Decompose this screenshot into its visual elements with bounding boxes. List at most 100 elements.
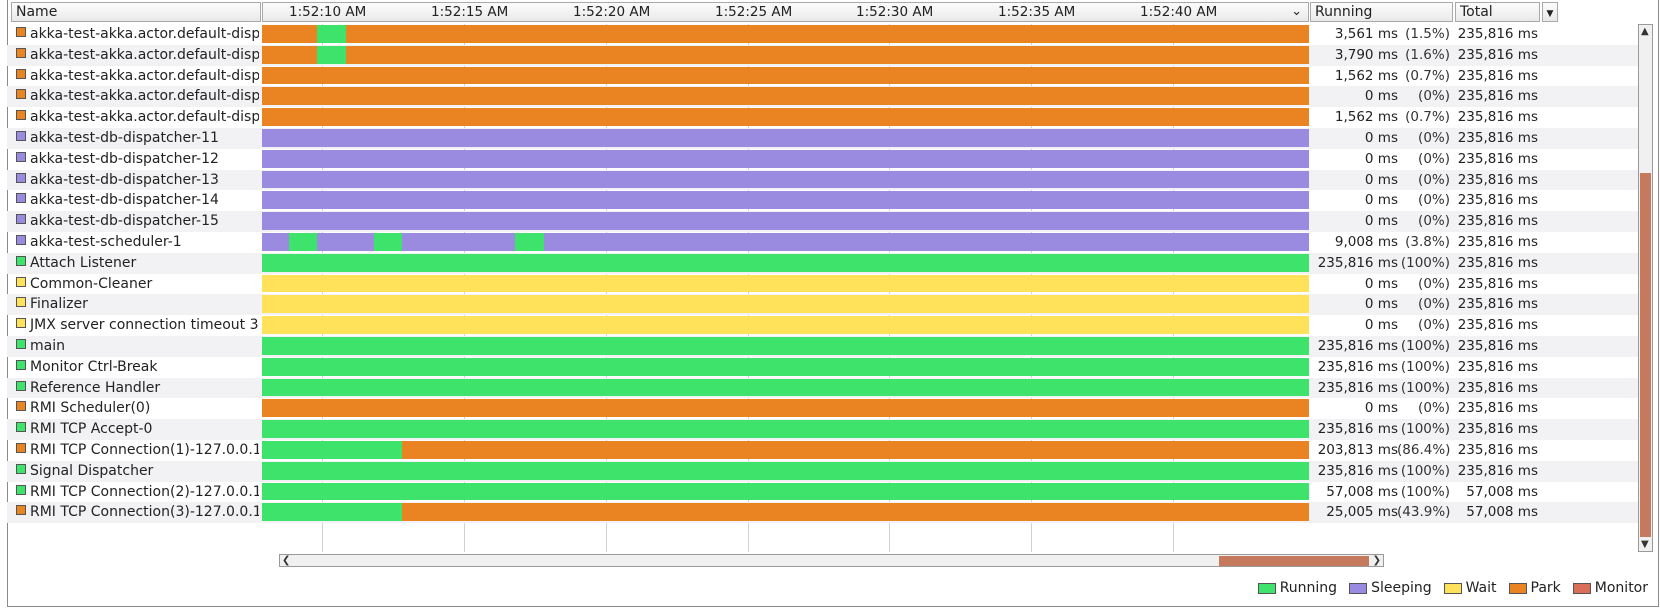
thread-timeline-bar[interactable]	[262, 66, 1309, 85]
thread-row[interactable]: Monitor Ctrl-Break 235,816 ms (100%) 235,81…	[7, 357, 1639, 378]
timeline-segment-park	[402, 441, 1309, 459]
thread-state-icon	[16, 484, 26, 495]
thread-timeline-bar[interactable]	[262, 337, 1309, 355]
thread-timeline-bar[interactable]	[262, 25, 1309, 43]
timeline-segment-sleeping	[262, 191, 1309, 210]
thread-row[interactable]: akka-test-scheduler-1 9,008 ms (3.8%) 235,8…	[7, 232, 1639, 253]
thread-name-label: akka-test-db-dispatcher-12	[30, 150, 219, 167]
thread-timeline-bar[interactable]	[262, 441, 1309, 459]
timeline-segment-park	[262, 87, 1309, 106]
column-header-total[interactable]: Total	[1455, 2, 1540, 22]
thread-timeline-bar[interactable]	[262, 316, 1309, 334]
thread-row[interactable]: JMX server connection timeout 35 0 ms (0%)…	[7, 315, 1639, 336]
thread-timeline-bar[interactable]	[262, 108, 1309, 126]
thread-row[interactable]: akka-test-akka.actor.default-dispatc 3,79…	[7, 44, 1639, 66]
column-chooser-button[interactable]: ▼	[1542, 2, 1558, 22]
timeline-tick-label: 1:52:20 AM	[573, 4, 651, 20]
timeline-segment-running	[262, 253, 1309, 272]
running-time: 235,816 ms	[1317, 254, 1398, 271]
column-header-timeline[interactable]: 1:52:10 AM 1:52:15 AM 1:52:20 AM 1:52:25 AM…	[262, 2, 1309, 22]
thread-timeline-bar[interactable]	[262, 482, 1309, 501]
timeline-segment-running	[262, 357, 1309, 376]
timeline-segment-running	[262, 378, 1309, 397]
thread-timeline-bar[interactable]	[262, 253, 1309, 272]
thread-row[interactable]: akka-test-akka.actor.default-dispatc 0 ms…	[7, 86, 1639, 108]
thread-row[interactable]: Attach Listener 235,816 ms (100%) 235,816 m…	[7, 252, 1639, 274]
thread-timeline-bar[interactable]	[262, 170, 1309, 189]
thread-name-label: RMI TCP Connection(3)-127.0.0.1	[30, 504, 259, 521]
thread-name: akka-test-db-dispatcher-11	[7, 128, 259, 150]
thread-row[interactable]: akka-test-akka.actor.default-dispatc 1,56…	[7, 66, 1639, 87]
thread-timeline-bar[interactable]	[262, 45, 1309, 64]
horizontal-scrollbar[interactable]: ❮ ❯	[279, 554, 1384, 567]
thread-row[interactable]: RMI Scheduler(0) 0 ms (0%) 235,816 ms	[7, 398, 1639, 419]
thread-state-icon	[16, 131, 26, 141]
thread-timeline-bar[interactable]	[262, 399, 1309, 418]
thread-timeline-bar[interactable]	[262, 129, 1309, 147]
thread-timeline-bar[interactable]	[262, 212, 1309, 230]
thread-timeline-bar[interactable]	[262, 378, 1309, 397]
thread-timeline-bar[interactable]	[262, 461, 1309, 480]
thread-state-icon	[16, 401, 26, 412]
thread-row[interactable]: akka-test-db-dispatcher-14 0 ms (0%) 235,81…	[7, 190, 1639, 211]
running-percent: (3.8%)	[1405, 234, 1450, 250]
thread-row[interactable]: akka-test-db-dispatcher-15 0 ms (0%) 235,81…	[7, 211, 1639, 232]
scroll-up-icon[interactable]: ▲	[1641, 26, 1649, 37]
timeline-segment-running	[515, 233, 544, 251]
running-percent: (0%)	[1418, 192, 1450, 209]
thread-timeline-bar[interactable]	[262, 295, 1309, 314]
timeline-segment-running	[374, 233, 403, 251]
timeline-segment-sleeping	[262, 233, 290, 251]
thread-timeline-bar[interactable]	[262, 191, 1309, 210]
thread-timeline-bar[interactable]	[262, 420, 1309, 438]
thread-row[interactable]: Common-Cleaner 0 ms (0%) 235,816 ms	[7, 274, 1639, 295]
thread-row[interactable]: RMI TCP Accept-0 235,816 ms (100%) 235,816 …	[7, 419, 1639, 440]
thread-name-label: akka-test-db-dispatcher-11	[30, 130, 219, 146]
thread-row[interactable]: main 235,816 ms (100%) 235,816 ms	[7, 336, 1639, 357]
total-time: 235,816 ms	[1457, 421, 1538, 438]
thread-timeline-bar[interactable]	[262, 357, 1309, 376]
thread-row[interactable]: akka-test-db-dispatcher-11 0 ms (0%) 235,81…	[7, 128, 1639, 149]
running-percent: (100%)	[1400, 462, 1450, 479]
thread-row[interactable]: RMI TCP Connection(1)-127.0.0.1 203,813 m…	[7, 440, 1639, 461]
thread-timeline-bar[interactable]	[262, 274, 1309, 293]
running-time: 9,008 ms	[1334, 234, 1398, 250]
thread-name-label: Common-Cleaner	[30, 275, 153, 292]
horizontal-scroll-thumb[interactable]	[1218, 556, 1369, 566]
total-time: 235,816 ms	[1457, 26, 1538, 42]
legend-swatch	[1508, 582, 1527, 594]
thread-timeline-bar[interactable]	[262, 149, 1309, 168]
thread-row[interactable]: Signal Dispatcher 235,816 ms (100%) 235,816…	[7, 460, 1639, 482]
thread-row[interactable]: akka-test-db-dispatcher-12 0 ms (0%) 235,81…	[7, 149, 1639, 170]
scroll-down-icon[interactable]: ▼	[1641, 539, 1649, 550]
column-header-running[interactable]: Running	[1310, 2, 1453, 22]
scroll-left-icon[interactable]: ❮	[282, 555, 290, 566]
thread-timeline-bar[interactable]	[262, 503, 1309, 522]
thread-name: RMI TCP Connection(1)-127.0.0.1	[7, 440, 259, 462]
column-header-name[interactable]: Name	[11, 2, 261, 22]
thread-name: akka-test-akka.actor.default-dispatc	[7, 86, 259, 108]
timeline-segment-park	[262, 66, 1309, 85]
running-percent: (0%)	[1418, 317, 1450, 334]
thread-row[interactable]: Reference Handler 235,816 ms (100%) 235,816…	[7, 377, 1639, 399]
total-time: 235,816 ms	[1457, 442, 1538, 458]
timeline-tick-label: 1:52:10 AM	[289, 4, 367, 20]
timeline-segment-park	[345, 45, 1309, 64]
thread-row[interactable]: Finalizer 0 ms (0%) 235,816 ms	[7, 294, 1639, 316]
timeline-segment-wait	[262, 274, 1309, 293]
thread-name: akka-test-db-dispatcher-15	[7, 211, 259, 233]
vertical-scrollbar[interactable]: ▲ ▼	[1638, 24, 1653, 552]
scroll-right-icon[interactable]: ❯	[1373, 555, 1381, 566]
vertical-scroll-thumb[interactable]	[1640, 173, 1651, 537]
thread-row[interactable]: RMI TCP Connection(3)-127.0.0.1 25,005 ms…	[7, 502, 1639, 524]
thread-timeline-bar[interactable]	[262, 233, 1309, 251]
thread-row[interactable]: RMI TCP Connection(2)-127.0.0.1 57,008 ms…	[7, 482, 1639, 503]
thread-state-icon	[16, 463, 26, 474]
thread-timeline-bar[interactable]	[262, 87, 1309, 106]
thread-row[interactable]: akka-test-akka.actor.default-dispatc 3,56…	[7, 24, 1639, 45]
thread-row[interactable]: akka-test-db-dispatcher-13 0 ms (0%) 235,81…	[7, 169, 1639, 191]
chevron-down-icon[interactable]: ⌄	[1291, 3, 1302, 21]
thread-row[interactable]: akka-test-akka.actor.default-dispatc 1,56…	[7, 107, 1639, 128]
running-time: 235,816 ms	[1317, 462, 1398, 479]
thread-name: RMI TCP Connection(2)-127.0.0.1	[7, 482, 259, 504]
